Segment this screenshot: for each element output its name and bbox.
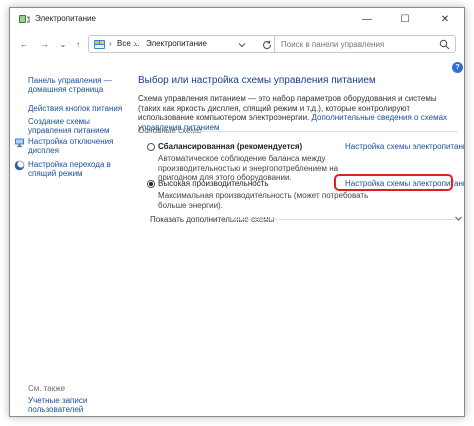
chevron-down-icon[interactable] xyxy=(237,40,247,50)
forward-button[interactable]: → xyxy=(37,36,53,52)
plan-high-performance-name[interactable]: Высокая производительность xyxy=(158,179,269,188)
back-button[interactable]: ← xyxy=(16,36,32,52)
recent-locations-button[interactable]: ⌄ xyxy=(55,36,71,52)
sidebar-item-control-panel-home[interactable]: Панель управления — домашняя страница xyxy=(28,76,128,94)
section-divider xyxy=(188,131,458,132)
sidebar-item-create-plan[interactable]: Создание схемы управления питанием xyxy=(28,117,128,135)
search-box xyxy=(274,35,456,53)
moon-icon xyxy=(14,160,25,171)
help-button[interactable]: ? xyxy=(452,62,463,73)
breadcrumb-power-options[interactable]: Электропитание xyxy=(146,39,207,48)
search-icon[interactable] xyxy=(439,39,450,50)
address-bar[interactable]: › Все ... › Электропитание xyxy=(88,35,279,53)
maximize-button[interactable]: ☐ xyxy=(386,8,424,30)
refresh-icon[interactable] xyxy=(261,39,273,51)
see-also-label: См. также xyxy=(28,384,66,393)
search-input[interactable] xyxy=(281,37,431,51)
sidebar: Панель управления — домашняя страница Де… xyxy=(10,58,128,416)
power-options-icon xyxy=(19,15,30,23)
plan-balanced-settings-link[interactable]: Настройка схемы электропитания xyxy=(345,142,464,151)
plan-balanced-radio[interactable] xyxy=(147,143,155,151)
close-button[interactable]: ✕ xyxy=(426,8,464,30)
monitor-icon xyxy=(15,138,24,147)
page-title: Выбор или настройка схемы управления пит… xyxy=(138,75,376,86)
breadcrumb-separator: › xyxy=(109,39,112,48)
minimize-button[interactable]: — xyxy=(348,8,386,30)
breadcrumb-separator: › xyxy=(134,39,137,48)
plan-high-performance-description: Максимальная производительность (может п… xyxy=(158,191,369,210)
power-options-window: Электропитание — ☐ ✕ ← → ⌄ ↑ › Все ... ›… xyxy=(9,7,465,417)
sidebar-item-sleep[interactable]: Настройка перехода в спящий режим xyxy=(28,160,128,178)
sidebar-item-power-buttons[interactable]: Действия кнопок питания xyxy=(28,104,128,113)
highlight-annotation xyxy=(334,174,453,191)
control-panel-icon xyxy=(94,40,105,49)
main-content: ? Выбор или настройка схемы управления п… xyxy=(136,58,464,416)
navigation-bar: ← → ⌄ ↑ › Все ... › Электропитание xyxy=(10,30,464,58)
plan-high-performance-radio[interactable] xyxy=(147,180,155,188)
window-title: Электропитание xyxy=(35,14,96,23)
up-button[interactable]: ↑ xyxy=(70,36,86,52)
title-bar: Электропитание — ☐ ✕ xyxy=(10,8,464,30)
chevron-down-icon[interactable] xyxy=(454,214,463,223)
sidebar-item-user-accounts[interactable]: Учетные записи пользователей xyxy=(28,396,128,414)
section-divider xyxy=(230,219,456,220)
sidebar-item-display-off[interactable]: Настройка отключения дисплея xyxy=(28,137,128,155)
plan-balanced-name[interactable]: Сбалансированная (рекомендуется) xyxy=(158,142,302,151)
